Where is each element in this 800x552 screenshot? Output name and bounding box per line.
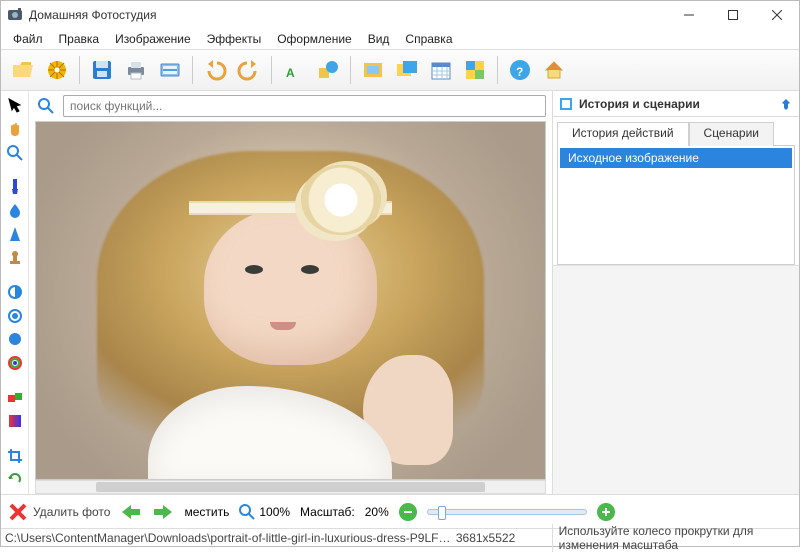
separator [192,56,193,84]
frame-button[interactable] [357,54,389,86]
main-toolbar: A ? [1,49,799,91]
tint-tool[interactable] [5,331,25,348]
crop-tool[interactable] [5,447,25,464]
dodge-tool[interactable] [5,284,25,301]
zoom-tool[interactable] [5,144,25,161]
text-button[interactable]: A [278,54,310,86]
calendar-button[interactable] [425,54,457,86]
delete-label: Удалить фото [33,505,110,519]
prev-image-button[interactable] [120,503,142,521]
app-icon [7,7,23,23]
stamp-tool[interactable] [5,249,25,266]
menu-design[interactable]: Оформление [269,30,359,48]
redo-button[interactable] [233,54,265,86]
scale-label: Масштаб: [300,505,355,519]
delete-icon [9,503,27,521]
panel-icon [559,97,573,111]
status-dimensions: 3681x5522 [456,531,552,545]
maximize-button[interactable] [711,1,755,29]
home-button[interactable] [538,54,570,86]
effects-gallery-button[interactable] [391,54,423,86]
minimize-button[interactable] [667,1,711,29]
photo-eye-left [245,265,263,274]
search-icon [35,95,57,117]
horizontal-scrollbar[interactable] [35,480,546,494]
close-button[interactable] [755,1,799,29]
fit-pct: 100% [259,505,290,519]
status-filepath: C:\Users\ContentManager\Downloads\portra… [1,531,456,545]
right-panel: История и сценарии История действий Сцен… [552,91,799,494]
window-title: Домашняя Фотостудия [29,8,667,22]
zoom-in-button[interactable] [597,503,615,521]
zoom-slider[interactable] [427,509,587,515]
rainbow-tool[interactable] [5,354,25,371]
tab-history[interactable]: История действий [557,122,689,146]
gradient-tool[interactable] [5,412,25,429]
canvas-wrap [35,121,546,494]
svg-text:?: ? [516,65,523,79]
fit-label: местить [184,505,229,519]
zoom-out-button[interactable] [399,503,417,521]
scale-value: 20% [365,505,389,519]
status-bar: C:\Users\ContentManager\Downloads\portra… [1,528,799,546]
undo-button[interactable] [199,54,231,86]
panel-title: История и сценарии [579,97,779,111]
help-button[interactable]: ? [504,54,536,86]
pointer-tool[interactable] [5,97,25,114]
title-bar: Домашняя Фотостудия [1,1,799,29]
open-button[interactable] [7,54,39,86]
photo-mouth [270,322,296,330]
menu-file[interactable]: Файл [5,30,51,48]
separator [79,56,80,84]
photo-flower [301,165,381,235]
photo-eye-right [301,265,319,274]
pin-icon[interactable] [779,97,793,111]
menu-edit[interactable]: Правка [51,30,108,48]
history-list[interactable]: Исходное изображение [557,145,795,265]
shapes-button[interactable] [312,54,344,86]
separator [271,56,272,84]
menu-view[interactable]: Вид [360,30,398,48]
separator [350,56,351,84]
history-item[interactable]: Исходное изображение [560,148,792,168]
sharpen-tool[interactable] [5,226,25,243]
search-input[interactable] [63,95,546,117]
menu-effects[interactable]: Эффекты [199,30,270,48]
menu-bar: Файл Правка Изображение Эффекты Оформлен… [1,29,799,49]
fit-screen-button[interactable]: местить [184,505,229,519]
magnifier-icon [239,504,255,520]
drop-tool[interactable] [5,202,25,219]
hand-tool[interactable] [5,120,25,137]
delete-photo-button[interactable]: Удалить фото [9,503,110,521]
status-hint: Используйте колесо прокрутки для изменен… [552,524,799,552]
tab-scenarios[interactable]: Сценарии [689,122,774,146]
rotate-tool[interactable] [5,471,25,488]
next-image-button[interactable] [152,503,174,521]
collage-button[interactable] [459,54,491,86]
separator [497,56,498,84]
image-canvas[interactable] [35,121,546,480]
center-area [29,91,552,494]
scrollbar-thumb[interactable] [96,482,485,492]
print-button[interactable] [120,54,152,86]
panel-spacer [553,265,799,494]
menu-help[interactable]: Справка [397,30,460,48]
menu-image[interactable]: Изображение [107,30,199,48]
saturation-tool[interactable] [5,307,25,324]
svg-text:A: A [286,66,295,80]
zoom-slider-thumb[interactable] [438,506,446,520]
save-button[interactable] [86,54,118,86]
scanner-button[interactable] [154,54,186,86]
replace-color-tool[interactable] [5,389,25,406]
catalog-button[interactable] [41,54,73,86]
zoom-100-button[interactable]: 100% [239,504,290,520]
brush-tool[interactable] [5,179,25,196]
left-tool-strip [1,91,29,494]
